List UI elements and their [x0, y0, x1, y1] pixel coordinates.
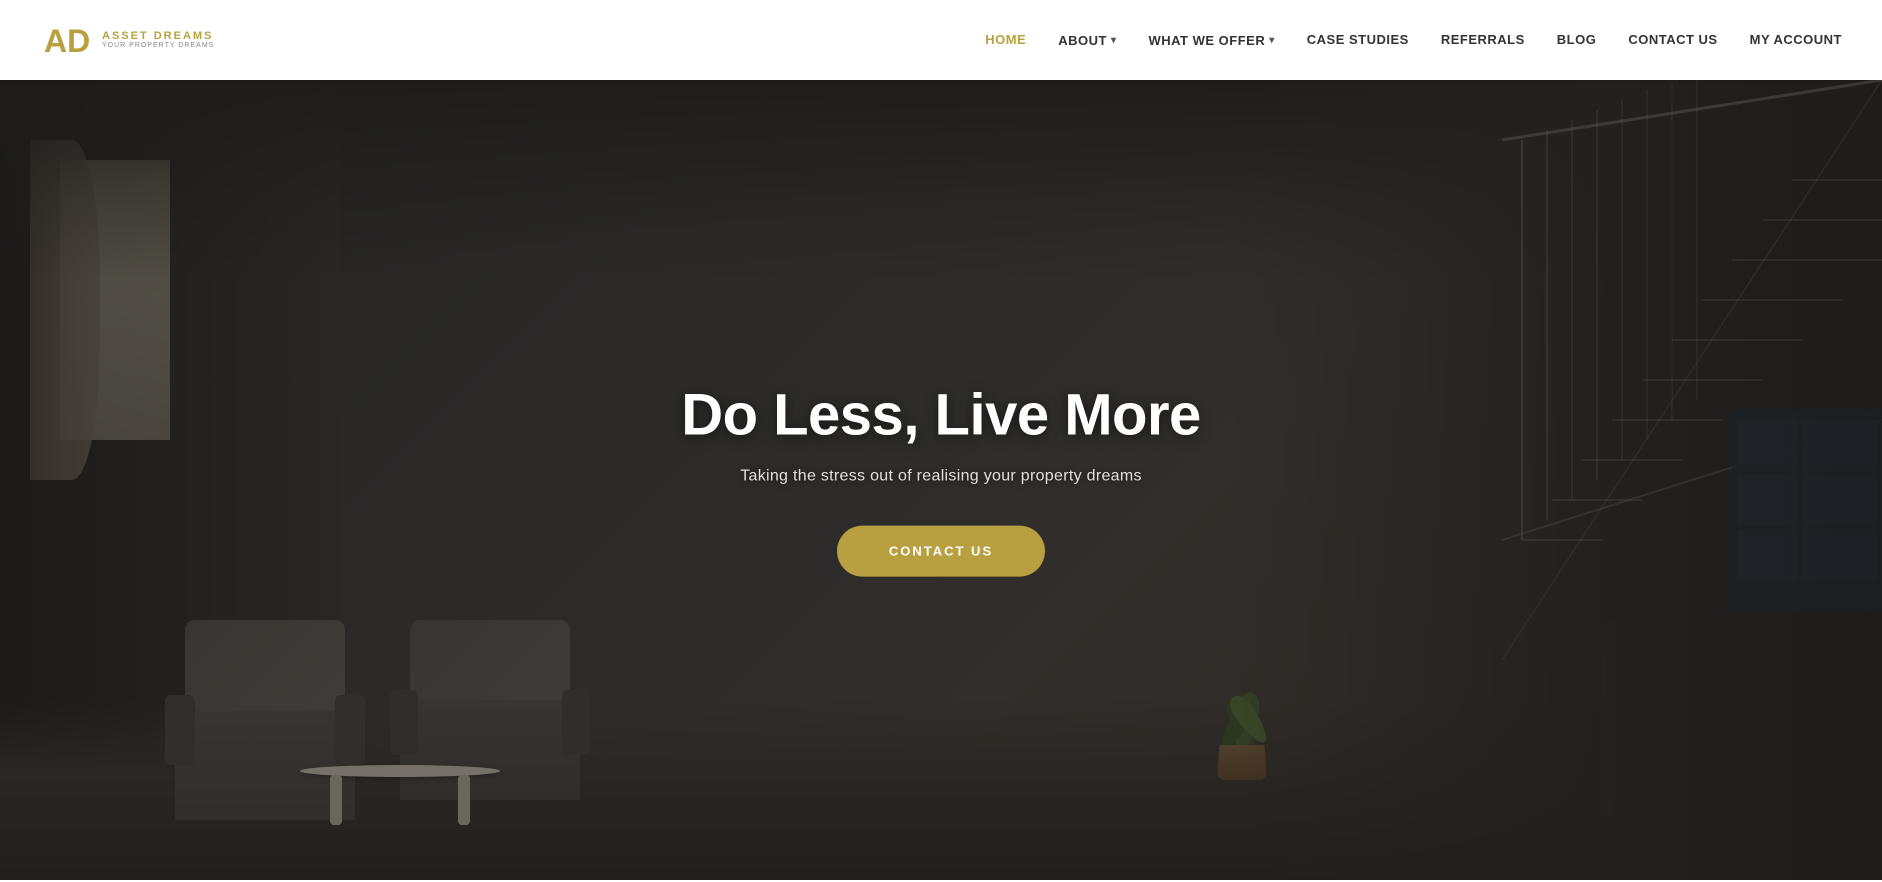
navbar: AD ASSET DREAMS YOUR PROPERTY DREAMS HOM… — [0, 0, 1882, 80]
nav-item-about[interactable]: ABOUT ▾ — [1058, 33, 1116, 48]
nav-links: HOME ABOUT ▾ WHAT WE OFFER ▾ CASE STUDIE… — [985, 31, 1842, 49]
hero-section: Do Less, Live More Taking the stress out… — [0, 80, 1882, 880]
nav-link-about[interactable]: ABOUT ▾ — [1058, 33, 1116, 48]
nav-link-blog[interactable]: BLOG — [1557, 32, 1597, 47]
nav-link-what-we-offer[interactable]: WHAT WE OFFER ▾ — [1148, 33, 1274, 48]
nav-item-home[interactable]: HOME — [985, 31, 1026, 49]
nav-item-my-account[interactable]: MY ACCOUNT — [1750, 31, 1842, 49]
hero-subheadline: Taking the stress out of realising your … — [591, 467, 1291, 485]
nav-link-contact-us[interactable]: CONTACT US — [1628, 32, 1717, 47]
svg-text:AD: AD — [44, 23, 90, 59]
nav-item-blog[interactable]: BLOG — [1557, 31, 1597, 49]
nav-item-case-studies[interactable]: CASE STUDIES — [1307, 31, 1409, 49]
about-dropdown-arrow: ▾ — [1111, 35, 1117, 46]
hero-cta-button[interactable]: CONTACT US — [837, 525, 1045, 576]
nav-item-referrals[interactable]: REFERRALS — [1441, 31, 1525, 49]
hero-headline: Do Less, Live More — [591, 384, 1291, 448]
hero-content: Do Less, Live More Taking the stress out… — [591, 384, 1291, 577]
logo-icon: AD — [40, 14, 92, 66]
nav-link-case-studies[interactable]: CASE STUDIES — [1307, 32, 1409, 47]
nav-item-what-we-offer[interactable]: WHAT WE OFFER ▾ — [1148, 33, 1274, 48]
nav-item-contact-us[interactable]: CONTACT US — [1628, 31, 1717, 49]
nav-link-my-account[interactable]: MY ACCOUNT — [1750, 32, 1842, 47]
nav-link-referrals[interactable]: REFERRALS — [1441, 32, 1525, 47]
nav-link-home[interactable]: HOME — [985, 32, 1026, 47]
logo[interactable]: AD ASSET DREAMS YOUR PROPERTY DREAMS — [40, 14, 214, 66]
brand-name: ASSET DREAMS — [102, 30, 214, 42]
what-we-offer-dropdown-arrow: ▾ — [1269, 35, 1275, 46]
logo-text: ASSET DREAMS YOUR PROPERTY DREAMS — [102, 30, 214, 50]
brand-tagline: YOUR PROPERTY DREAMS — [102, 42, 214, 50]
